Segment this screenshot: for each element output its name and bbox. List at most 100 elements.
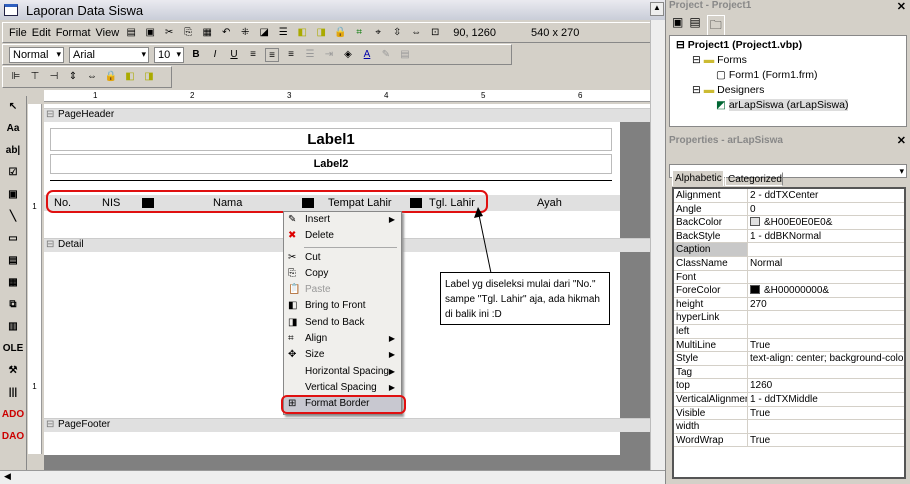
preview-icon[interactable]: ◪ [257, 26, 271, 40]
property-value[interactable] [748, 325, 904, 338]
property-value[interactable]: 0 [748, 203, 904, 216]
property-value[interactable] [748, 366, 904, 379]
toolbox-tool-10[interactable]: ▥ [0, 316, 26, 338]
align-center-icon[interactable]: ≡ [265, 47, 279, 62]
menu-item-size[interactable]: ✥ Size ▶ [284, 347, 401, 363]
toolbox-tool-0[interactable]: ↖ [0, 96, 26, 118]
font-color-icon[interactable]: A [360, 48, 374, 62]
bullets-icon[interactable]: ☰ [303, 48, 317, 62]
property-row[interactable]: Caption [674, 243, 904, 257]
property-value[interactable]: 270 [748, 298, 904, 311]
property-row[interactable]: ForeColor &H00000000& [674, 284, 904, 298]
property-row[interactable]: BackColor &H00E0E0E0& [674, 216, 904, 230]
property-value[interactable]: 1 - ddBKNormal [748, 230, 904, 243]
underline-button[interactable]: U [227, 48, 241, 62]
menu-item-copy[interactable]: ⎘ Copy [284, 266, 401, 282]
property-value[interactable]: True [748, 434, 904, 447]
property-row[interactable]: WordWrap True [674, 433, 904, 448]
spacing-icon[interactable]: ⇳ [390, 26, 404, 40]
fields-icon[interactable]: ▣ [143, 26, 157, 40]
section-page-header[interactable]: PageHeader [44, 108, 650, 122]
bring-front-icon-2[interactable]: ◧ [123, 70, 137, 84]
label-ayah[interactable]: Ayah [537, 197, 562, 209]
tree-item-forms[interactable]: ⊟ ▬ Forms [676, 53, 900, 68]
size-icon[interactable]: ⇔ [409, 26, 423, 40]
close-project-icon[interactable]: ✕ [897, 0, 906, 13]
snap-grid-icon[interactable]: ⌗ [352, 26, 366, 40]
same-width-icon[interactable]: ⇔ [85, 70, 99, 84]
toolbox-tool-12[interactable]: ⚒ [0, 360, 26, 382]
menu-format[interactable]: Format [56, 27, 91, 39]
property-value[interactable] [748, 243, 904, 256]
style-select[interactable]: Normal [9, 46, 64, 63]
grid-icon[interactable]: ⁜ [238, 26, 252, 40]
italic-button[interactable]: I [208, 48, 222, 62]
border-style-icon[interactable]: ▤ [398, 48, 412, 62]
label1[interactable]: Label1 [50, 128, 612, 151]
align-lefts-icon[interactable]: ⊫ [9, 70, 23, 84]
toolbox-tool-4[interactable]: ▣ [0, 184, 26, 206]
send-back-icon[interactable]: ◨ [314, 26, 328, 40]
align-left-icon[interactable]: ≡ [246, 48, 260, 62]
menu-item-cut[interactable]: ✂ Cut [284, 250, 401, 266]
menu-view[interactable]: View [96, 27, 120, 39]
property-value[interactable]: Normal [748, 257, 904, 270]
menu-item-insert[interactable]: ✎ Insert ▶ [284, 212, 401, 228]
property-value[interactable]: True [748, 339, 904, 352]
menu-item-send-to-back[interactable]: ◨ Send to Back [284, 315, 401, 331]
toolbox-tool-14[interactable]: ADO [0, 404, 26, 426]
menu-item-paste[interactable]: 📋 Paste [284, 282, 401, 298]
send-back-icon-2[interactable]: ◨ [142, 70, 156, 84]
property-row[interactable]: height 270 [674, 297, 904, 312]
align-rights-icon[interactable]: ⊣ [47, 70, 61, 84]
toolbox-tool-6[interactable]: ▭ [0, 228, 26, 250]
horizontal-scrollbar[interactable]: ◀ [0, 470, 665, 484]
bold-button[interactable]: B [189, 48, 203, 62]
copy-icon[interactable]: ⎘ [181, 26, 195, 40]
toolbox-tool-3[interactable]: ☑ [0, 162, 26, 184]
property-value[interactable]: text-align: center; background-color: [748, 352, 904, 365]
label2[interactable]: Label2 [50, 154, 612, 174]
toolbox-tool-1[interactable]: Aa [0, 118, 26, 140]
toolbox-tool-7[interactable]: ▤ [0, 250, 26, 272]
explorer-icon[interactable]: ▤ [124, 26, 138, 40]
same-height-icon[interactable]: ⇕ [66, 70, 80, 84]
tab-alphabetic[interactable]: Alphabetic [672, 170, 724, 186]
font-select[interactable]: Arial [69, 46, 149, 63]
toolbox-tool-5[interactable]: ╲ [0, 206, 26, 228]
align-icon[interactable]: ⌖ [371, 26, 385, 40]
menu-item-bring-to-front[interactable]: ◧ Bring to Front [284, 298, 401, 314]
toolbox-tool-15[interactable]: DAO [0, 426, 26, 448]
property-value[interactable] [748, 420, 904, 433]
property-value[interactable]: 1260 [748, 379, 904, 392]
bring-front-icon[interactable]: ◧ [295, 26, 309, 40]
vertical-scrollbar[interactable] [650, 20, 665, 470]
property-row[interactable]: hyperLink [674, 311, 904, 325]
property-row[interactable]: left [674, 324, 904, 339]
property-value[interactable]: True [748, 407, 904, 420]
property-value[interactable]: &H00000000& [748, 284, 904, 297]
section-page-footer[interactable]: PageFooter [44, 418, 650, 432]
property-value[interactable]: 1 - ddTXMiddle [748, 393, 904, 406]
menu-edit[interactable]: Edit [32, 27, 51, 39]
toolbox-tool-11[interactable]: OLE [0, 338, 26, 360]
font-size-select[interactable]: 10 [154, 46, 184, 63]
lock-icon[interactable]: 🔒 [333, 26, 347, 40]
property-value[interactable] [748, 271, 904, 284]
toolbox-tool-8[interactable]: ▦ [0, 272, 26, 294]
indent-icon[interactable]: ⇥ [322, 48, 336, 62]
property-row[interactable]: MultiLine True [674, 338, 904, 353]
align-right-icon[interactable]: ≡ [284, 48, 298, 62]
cut-icon[interactable]: ✂ [162, 26, 176, 40]
property-row[interactable]: Font [674, 270, 904, 285]
property-row[interactable]: BackStyle 1 - ddBKNormal [674, 229, 904, 244]
property-row[interactable]: Tag [674, 365, 904, 380]
property-value[interactable]: 2 - ddTXCenter [748, 189, 904, 202]
toolbox-tool-2[interactable]: ab| [0, 140, 26, 162]
undo-icon[interactable]: ↶ [219, 26, 233, 40]
lock-controls-icon[interactable]: 🔒 [104, 70, 118, 84]
menu-item-align[interactable]: ⌗ Align ▶ [284, 331, 401, 347]
property-row[interactable]: ClassName Normal [674, 256, 904, 271]
property-row[interactable]: top 1260 [674, 379, 904, 393]
menu-item-vertical-spacing[interactable]: Vertical Spacing ▶ [284, 380, 401, 396]
